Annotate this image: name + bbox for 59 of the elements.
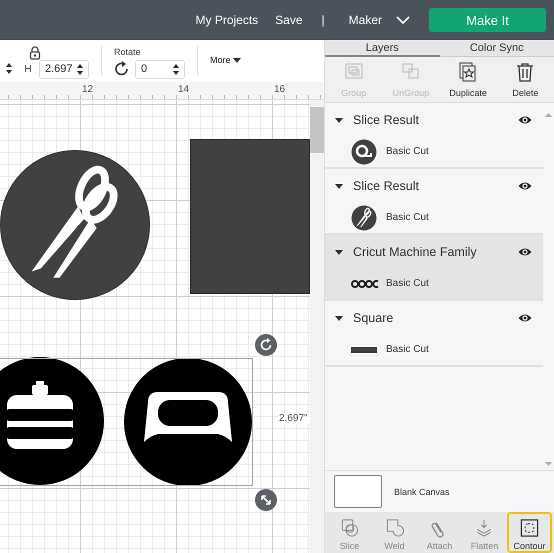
eye-icon[interactable] — [518, 180, 532, 190]
spinner-icon — [76, 62, 84, 76]
scrollbar[interactable] — [310, 100, 324, 553]
tape-circle-icon — [351, 138, 377, 164]
separator-text: | — [322, 13, 325, 27]
layer-name: Slice Result — [353, 178, 420, 192]
layer-operation: Basic Cut — [386, 212, 429, 223]
weld-icon — [384, 518, 405, 538]
layer-operation: Basic Cut — [386, 344, 429, 355]
layer-action-button[interactable]: Delete — [496, 57, 554, 102]
expand-caret-icon[interactable] — [335, 248, 343, 256]
rotate-field[interactable]: 0 — [135, 60, 185, 78]
layer-action-button[interactable]: Duplicate — [440, 57, 497, 102]
layer-name: Slice Result — [353, 112, 420, 126]
eye-icon[interactable] — [518, 114, 532, 124]
spinner-icon — [172, 62, 180, 76]
scissors-circle-drawing[interactable] — [0, 150, 150, 300]
layer-name: Cricut Machine Family — [353, 244, 478, 258]
dots-icon — [351, 280, 379, 288]
expand-caret-icon[interactable] — [335, 182, 343, 190]
machine-dropdown[interactable]: Maker — [348, 13, 410, 27]
nav-link[interactable]: Save — [275, 13, 303, 27]
slice-icon — [339, 518, 360, 538]
rotate-handle[interactable] — [255, 334, 277, 356]
tool-button[interactable]: Contour — [507, 512, 552, 553]
canvas-swatch[interactable] — [334, 475, 382, 508]
ruler-number: 12 — [82, 84, 94, 95]
spinner-icon[interactable] — [5, 62, 13, 74]
contour-icon — [519, 518, 540, 538]
height-field[interactable]: 2.697 — [39, 60, 89, 78]
ruler-number: 16 — [274, 84, 286, 95]
machine-circle-drawing[interactable] — [0, 357, 104, 485]
resize-handle[interactable] — [255, 489, 277, 511]
eye-icon[interactable] — [518, 312, 532, 322]
rotate-icon[interactable] — [114, 61, 130, 77]
expand-caret-icon[interactable] — [335, 116, 343, 124]
scissors-circle-icon — [351, 204, 377, 230]
layer-operation: Basic Cut — [386, 278, 429, 289]
layer-group[interactable]: Cricut Machine Family Basic Cut — [325, 235, 543, 301]
scroll-up-icon — [545, 113, 552, 117]
layer-group[interactable]: Square Basic Cut — [325, 301, 543, 367]
height-label: H — [23, 64, 33, 74]
blank-canvas-label: Blank Canvas — [394, 486, 450, 496]
lock-icon[interactable] — [29, 46, 41, 60]
eye-icon[interactable] — [518, 246, 532, 256]
bar-shape-icon — [351, 346, 377, 352]
ruler-number: 14 — [178, 84, 190, 95]
nav-link[interactable]: My Projects — [195, 13, 258, 27]
layer-group[interactable]: Slice Result Basic Cut — [325, 103, 543, 169]
layer-name: Square — [353, 310, 394, 324]
dimension-label: 2.697" — [278, 413, 309, 424]
expand-caret-icon[interactable] — [335, 314, 343, 322]
machine-circle-drawing[interactable] — [124, 358, 252, 486]
more-menu-button[interactable]: More — [210, 55, 241, 65]
layer-operation: Basic Cut — [386, 146, 429, 157]
caret-down-icon — [232, 58, 241, 62]
rotate-label: Rotate — [114, 46, 142, 56]
scroll-down-icon — [545, 462, 552, 466]
chevron-down-icon — [396, 16, 410, 24]
